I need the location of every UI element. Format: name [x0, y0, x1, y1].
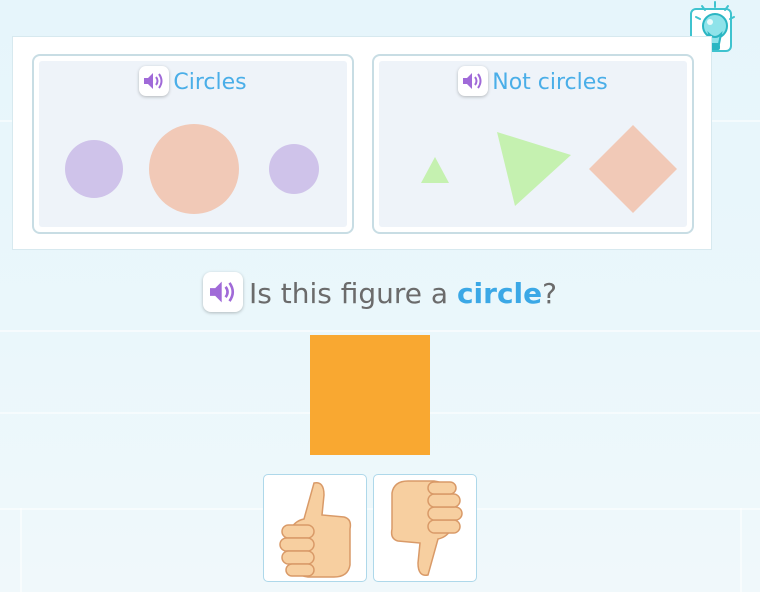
group-label: Circles [173, 70, 247, 95]
triangle-shape [421, 157, 449, 183]
non-circle-shapes [421, 125, 677, 213]
speaker-icon [144, 73, 163, 89]
thumbs-up-button[interactable] [263, 474, 367, 582]
circle-shape [149, 124, 239, 214]
group-not-circles: Not circles [372, 54, 694, 234]
thumbs-up-icon [279, 482, 352, 578]
triangle-shape [497, 132, 571, 206]
background-plank-line [0, 330, 760, 332]
background-plank-line [20, 508, 22, 592]
question-figure-square [310, 335, 430, 455]
thumbs-down-button[interactable] [373, 474, 477, 582]
question: Is this figure a circle? [0, 272, 760, 316]
speaker-button[interactable] [139, 66, 170, 96]
sorting-panel: Circles Not circles [12, 36, 712, 250]
circle-shape [269, 144, 319, 194]
question-text: Is this figure a [248, 277, 457, 310]
question-keyword: circle [456, 277, 543, 310]
group-heading: Circles [34, 66, 352, 96]
group-circles: Circles [32, 54, 354, 234]
thumbs-down-icon [390, 480, 463, 576]
diamond-shape [589, 125, 677, 213]
background-plank-line [740, 508, 742, 592]
speaker-icon [209, 281, 235, 303]
question-speaker-button[interactable] [202, 272, 243, 312]
circle-shape [65, 140, 123, 198]
question-suffix: ? [542, 277, 558, 310]
